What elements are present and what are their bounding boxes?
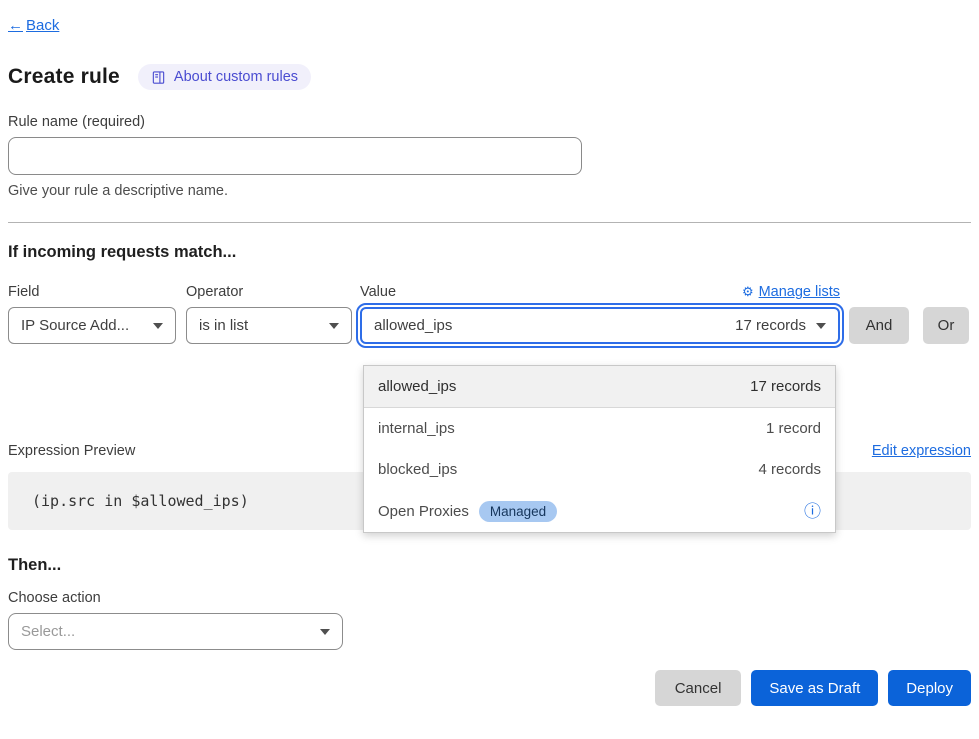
save-as-draft-button[interactable]: Save as Draft <box>751 670 878 706</box>
edit-expression-link[interactable]: Edit expression <box>872 443 971 459</box>
value-select[interactable]: allowed_ips 17 records <box>360 307 840 344</box>
operator-label: Operator <box>186 284 352 300</box>
or-button[interactable]: Or <box>923 307 969 344</box>
deploy-button[interactable]: Deploy <box>888 670 971 706</box>
list-meta: 17 records <box>750 378 821 395</box>
condition-row: Field IP Source Add... Operator is in li… <box>8 284 971 344</box>
list-name: allowed_ips <box>378 378 456 395</box>
cancel-button[interactable]: Cancel <box>655 670 742 706</box>
choose-action-label: Choose action <box>8 590 971 606</box>
back-link[interactable]: ←Back <box>8 17 59 34</box>
rule-name-input[interactable] <box>8 137 582 175</box>
value-dropdown-menu: allowed_ips 17 records internal_ips 1 re… <box>363 365 836 533</box>
dropdown-item-allowed-ips[interactable]: allowed_ips 17 records <box>364 366 835 408</box>
dropdown-item-open-proxies[interactable]: Open Proxies Managed ⓘ <box>364 491 835 533</box>
action-select[interactable]: Select... <box>8 613 343 650</box>
field-select[interactable]: IP Source Add... <box>8 307 176 344</box>
field-label: Field <box>8 284 176 300</box>
list-meta: 1 record <box>766 420 821 437</box>
list-name: blocked_ips <box>378 461 457 478</box>
and-button[interactable]: And <box>849 307 909 344</box>
chevron-down-icon <box>816 323 826 329</box>
rule-name-label: Rule name (required) <box>8 114 971 130</box>
gear-icon: ⚙ <box>742 284 754 300</box>
book-icon <box>151 70 166 85</box>
section-divider <box>8 222 971 223</box>
field-select-value: IP Source Add... <box>21 317 129 334</box>
about-custom-rules-badge[interactable]: About custom rules <box>138 64 311 90</box>
dropdown-item-internal-ips[interactable]: internal_ips 1 record <box>364 408 835 450</box>
chevron-down-icon <box>329 323 339 329</box>
expression-preview-label: Expression Preview <box>8 443 135 459</box>
value-select-meta: 17 records <box>735 317 806 334</box>
back-link-label: Back <box>26 17 59 34</box>
footer-actions: Cancel Save as Draft Deploy <box>8 670 971 706</box>
expression-code: (ip.src in $allowed_ips) <box>32 492 249 510</box>
operator-select-value: is in list <box>199 317 248 334</box>
list-name: internal_ips <box>378 420 455 437</box>
chevron-down-icon <box>320 629 330 635</box>
rule-name-helper: Give your rule a descriptive name. <box>8 183 971 199</box>
title-row: Create rule About custom rules <box>8 64 971 90</box>
value-select-value: allowed_ips <box>374 317 452 334</box>
dropdown-item-blocked-ips[interactable]: blocked_ips 4 records <box>364 449 835 491</box>
info-icon[interactable]: ⓘ <box>804 503 821 520</box>
page-title: Create rule <box>8 65 120 89</box>
managed-badge: Managed <box>479 501 557 522</box>
about-badge-label: About custom rules <box>174 69 298 85</box>
value-label: Value <box>360 284 396 300</box>
manage-lists-link[interactable]: ⚙ Manage lists <box>742 284 840 300</box>
list-name: Open Proxies <box>378 503 469 520</box>
then-heading: Then... <box>8 556 971 575</box>
list-meta: 4 records <box>758 461 821 478</box>
chevron-down-icon <box>153 323 163 329</box>
back-arrow-icon: ← <box>8 17 23 34</box>
operator-select[interactable]: is in list <box>186 307 352 344</box>
create-rule-page: ←Back Create rule About custom rules Rul… <box>0 0 979 739</box>
action-select-placeholder: Select... <box>21 623 75 640</box>
manage-lists-label: Manage lists <box>759 284 840 300</box>
match-section-heading: If incoming requests match... <box>8 243 971 262</box>
